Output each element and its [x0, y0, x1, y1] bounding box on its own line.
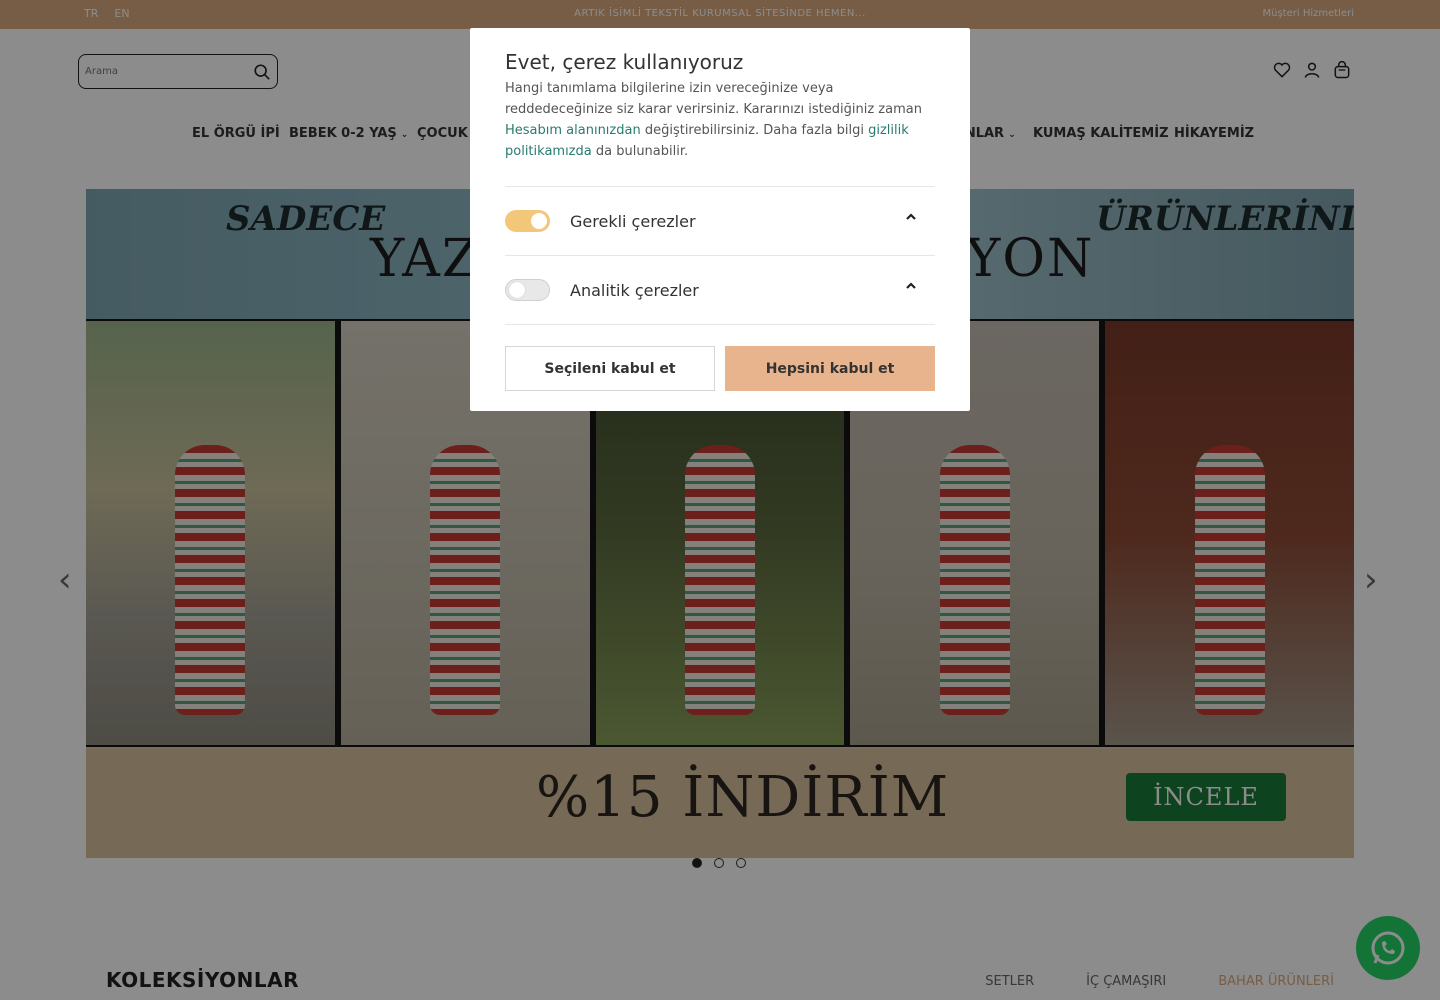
cookie-section-analytics[interactable]: Analitik çerezler: [505, 255, 935, 324]
cookie-section-necessary[interactable]: Gerekli çerezler: [505, 186, 935, 255]
account-link[interactable]: Hesabım alanınızdan: [505, 123, 641, 138]
accept-selected-button[interactable]: Seçileni kabul et: [505, 346, 715, 391]
cookie-consent-dialog: Evet, çerez kullanıyoruz Hangi tanımlama…: [470, 28, 970, 411]
cookie-title: Evet, çerez kullanıyoruz: [505, 50, 744, 74]
chevron-up-icon[interactable]: [905, 280, 917, 292]
cookie-description: Hangi tanımlama bilgilerine izin vereceğ…: [505, 81, 922, 159]
necessary-cookies-label: Gerekli çerezler: [570, 211, 696, 231]
necessary-cookies-toggle[interactable]: [505, 210, 550, 232]
analytics-cookies-toggle[interactable]: [505, 279, 550, 301]
accept-all-button[interactable]: Hepsini kabul et: [725, 346, 935, 391]
analytics-cookies-label: Analitik çerezler: [570, 280, 699, 300]
divider: [505, 324, 935, 325]
cookie-actions: Seçileni kabul et Hepsini kabul et: [505, 346, 935, 391]
chevron-up-icon[interactable]: [905, 211, 917, 223]
